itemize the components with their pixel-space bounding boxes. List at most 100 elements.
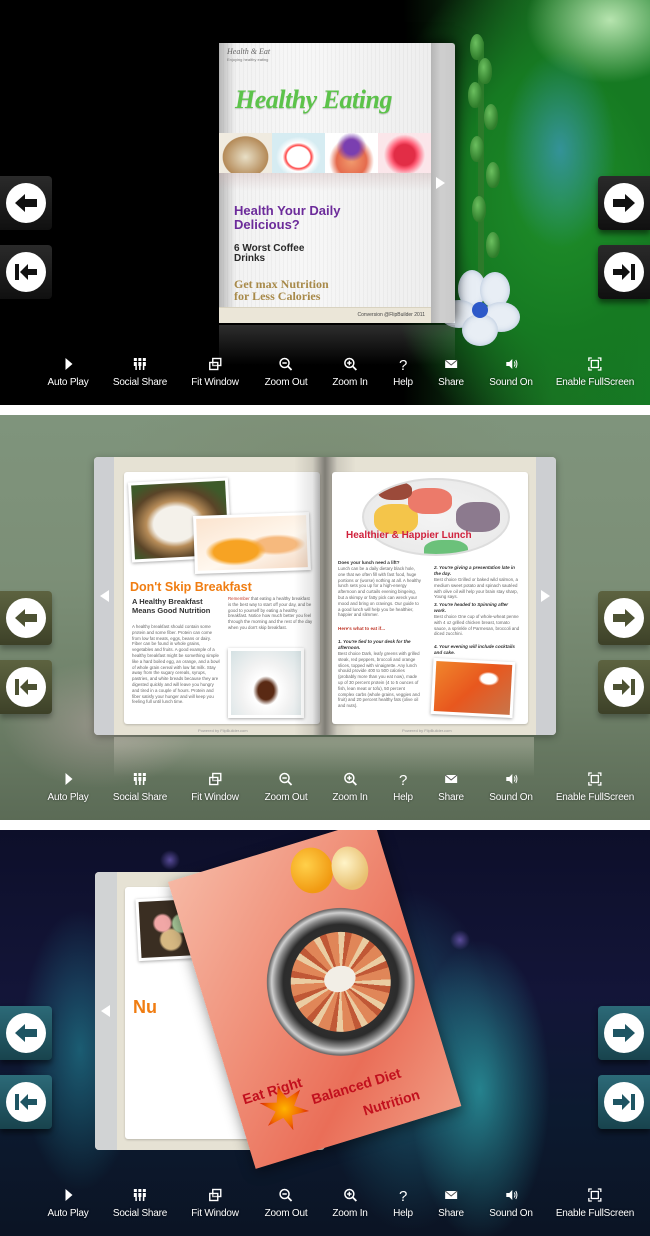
social-share-button[interactable]: Social Share <box>113 1186 167 1219</box>
previous-page-button[interactable] <box>0 176 52 230</box>
sound-on-label: Sound On <box>489 1208 533 1219</box>
macarons-photo <box>362 478 510 556</box>
share-label: Share <box>438 792 464 803</box>
zoom-out-button[interactable]: Zoom Out <box>265 355 308 388</box>
zoom-in-label: Zoom In <box>332 792 368 803</box>
auto-play-button[interactable]: Auto Play <box>47 355 89 388</box>
left-page-title-partial: Nu <box>133 997 157 1017</box>
left-page[interactable]: Don't Skip Breakfast A Healthy Breakfast… <box>124 472 320 724</box>
zoom-out-label: Zoom Out <box>264 792 308 803</box>
auto-play-button[interactable]: Auto Play <box>47 770 89 803</box>
copyright-text: Conversion @FlipBuilder 2011 <box>357 312 425 318</box>
auto-play-button[interactable]: Auto Play <box>47 1186 89 1219</box>
last-page-button[interactable] <box>598 660 650 714</box>
fullscreen-label: Enable FullScreen <box>555 377 635 388</box>
zoom-in-button[interactable]: Zoom In <box>332 1186 368 1219</box>
speaker-icon <box>504 1186 518 1204</box>
zoom-out-button[interactable]: Zoom Out <box>265 1186 308 1219</box>
previous-page-button[interactable] <box>0 1006 52 1060</box>
last-page-button[interactable] <box>598 245 650 299</box>
next-page-arrow[interactable] <box>541 590 550 602</box>
auto-play-label: Auto Play <box>47 792 89 803</box>
next-page-button[interactable] <box>598 591 650 645</box>
fit-window-button[interactable]: Fit Window <box>191 355 239 388</box>
help-button[interactable]: ? Help <box>393 1186 413 1219</box>
fullscreen-button[interactable]: Enable FullScreen <box>556 1186 634 1219</box>
cover-footer: Conversion @FlipBuilder 2011 <box>219 307 431 323</box>
fullscreen-icon <box>588 355 602 373</box>
first-page-button[interactable] <box>0 660 52 714</box>
sound-on-button[interactable]: Sound On <box>489 355 533 388</box>
help-label: Help <box>393 1208 413 1219</box>
item-4-heading: 4. Your evening will include cocktails a… <box>434 644 515 655</box>
item-2-text: Best choice Grilled or baked wild salmon… <box>434 577 518 600</box>
auto-play-label: Auto Play <box>47 377 89 388</box>
picnic-photo <box>430 657 516 719</box>
arrow-left-icon <box>15 609 37 627</box>
what-to-eat-heading: Here's what to eat if... <box>338 626 386 631</box>
zoom-out-button[interactable]: Zoom Out <box>265 770 308 803</box>
social-share-button[interactable]: Social Share <box>113 770 167 803</box>
share-button[interactable]: Share <box>438 770 464 803</box>
sound-on-button[interactable]: Sound On <box>489 770 533 803</box>
sound-on-label: Sound On <box>489 792 533 803</box>
people-icon <box>133 355 147 373</box>
fit-window-button[interactable]: Fit Window <box>191 1186 239 1219</box>
social-share-button[interactable]: Social Share <box>113 355 167 388</box>
share-button[interactable]: Share <box>438 1186 464 1219</box>
item-3-heading: 3. You're headed to Spinning after work. <box>434 602 509 613</box>
previous-page-button[interactable] <box>0 591 52 645</box>
fit-window-label: Fit Window <box>191 792 239 803</box>
arrow-right-icon <box>613 1024 635 1042</box>
speaker-icon <box>504 355 518 373</box>
bottom-toolbar: Auto Play Social Share Fit Window Zoom Out Z… <box>0 770 650 810</box>
breakfast-body-1: A healthy breakfast should contain some … <box>132 624 220 705</box>
flipbook-viewer-dark-theme: Health & Eat Enjoying healthy eating Hea… <box>0 0 650 405</box>
plant-bud <box>470 136 484 162</box>
zoom-in-button[interactable]: Zoom In <box>332 770 368 803</box>
sound-on-label: Sound On <box>489 377 533 388</box>
fit-window-label: Fit Window <box>191 1208 239 1219</box>
book-spread[interactable]: Don't Skip Breakfast A Healthy Breakfast… <box>94 457 556 735</box>
first-page-button[interactable] <box>0 1075 52 1129</box>
book[interactable]: Health & Eat Enjoying healthy eating Hea… <box>219 43 455 323</box>
last-page-icon <box>613 264 635 280</box>
first-page-icon <box>15 679 37 695</box>
zoom-in-label: Zoom In <box>332 1208 368 1219</box>
fullscreen-label: Enable FullScreen <box>555 792 635 803</box>
help-label: Help <box>393 377 413 388</box>
previous-page-arrow[interactable] <box>101 1005 110 1017</box>
first-page-button[interactable] <box>0 245 52 299</box>
zoom-in-icon <box>343 770 357 788</box>
powered-by-left: Powered by FlipBuilder.com <box>198 728 248 733</box>
fullscreen-button[interactable]: Enable FullScreen <box>556 355 634 388</box>
next-page-button[interactable] <box>598 176 650 230</box>
cover-headline-1: Health Your Daily Delicious? <box>234 203 341 232</box>
plant-bud <box>470 34 484 60</box>
help-button[interactable]: ? Help <box>393 355 413 388</box>
item-2-heading: 2. You're giving a presentation late in … <box>434 565 515 576</box>
next-page-button[interactable] <box>598 1006 650 1060</box>
cover-headline-2: 6 Worst Coffee Drinks <box>234 243 305 264</box>
bottom-toolbar: Auto Play Social Share Fit Window Zoom Out Z… <box>0 355 650 395</box>
flipbook-viewer-teal-theme: Nu Eat Right Balanced Diet Nutrition Aut… <box>0 830 650 1236</box>
zoom-in-button[interactable]: Zoom In <box>332 355 368 388</box>
previous-page-arrow[interactable] <box>100 590 109 602</box>
fullscreen-label: Enable FullScreen <box>555 1208 635 1219</box>
people-icon <box>133 1186 147 1204</box>
lunch-title: Healthier & Happier Lunch <box>346 530 472 541</box>
food-photo-strip <box>219 133 431 173</box>
help-button[interactable]: ? Help <box>393 770 413 803</box>
cover-page[interactable]: Health & Eat Enjoying healthy eating Hea… <box>219 43 431 323</box>
share-button[interactable]: Share <box>438 355 464 388</box>
question-icon: ? <box>396 355 410 373</box>
flip-text-nutrition: Nutrition <box>361 1086 422 1119</box>
fullscreen-icon <box>588 1186 602 1204</box>
last-page-button[interactable] <box>598 1075 650 1129</box>
sound-on-button[interactable]: Sound On <box>489 1186 533 1219</box>
zoom-in-icon <box>343 355 357 373</box>
fit-window-button[interactable]: Fit Window <box>191 770 239 803</box>
right-page[interactable]: Healthier & Happier Lunch Does your lunc… <box>332 472 528 724</box>
fullscreen-button[interactable]: Enable FullScreen <box>556 770 634 803</box>
next-page-arrow[interactable] <box>436 177 445 189</box>
